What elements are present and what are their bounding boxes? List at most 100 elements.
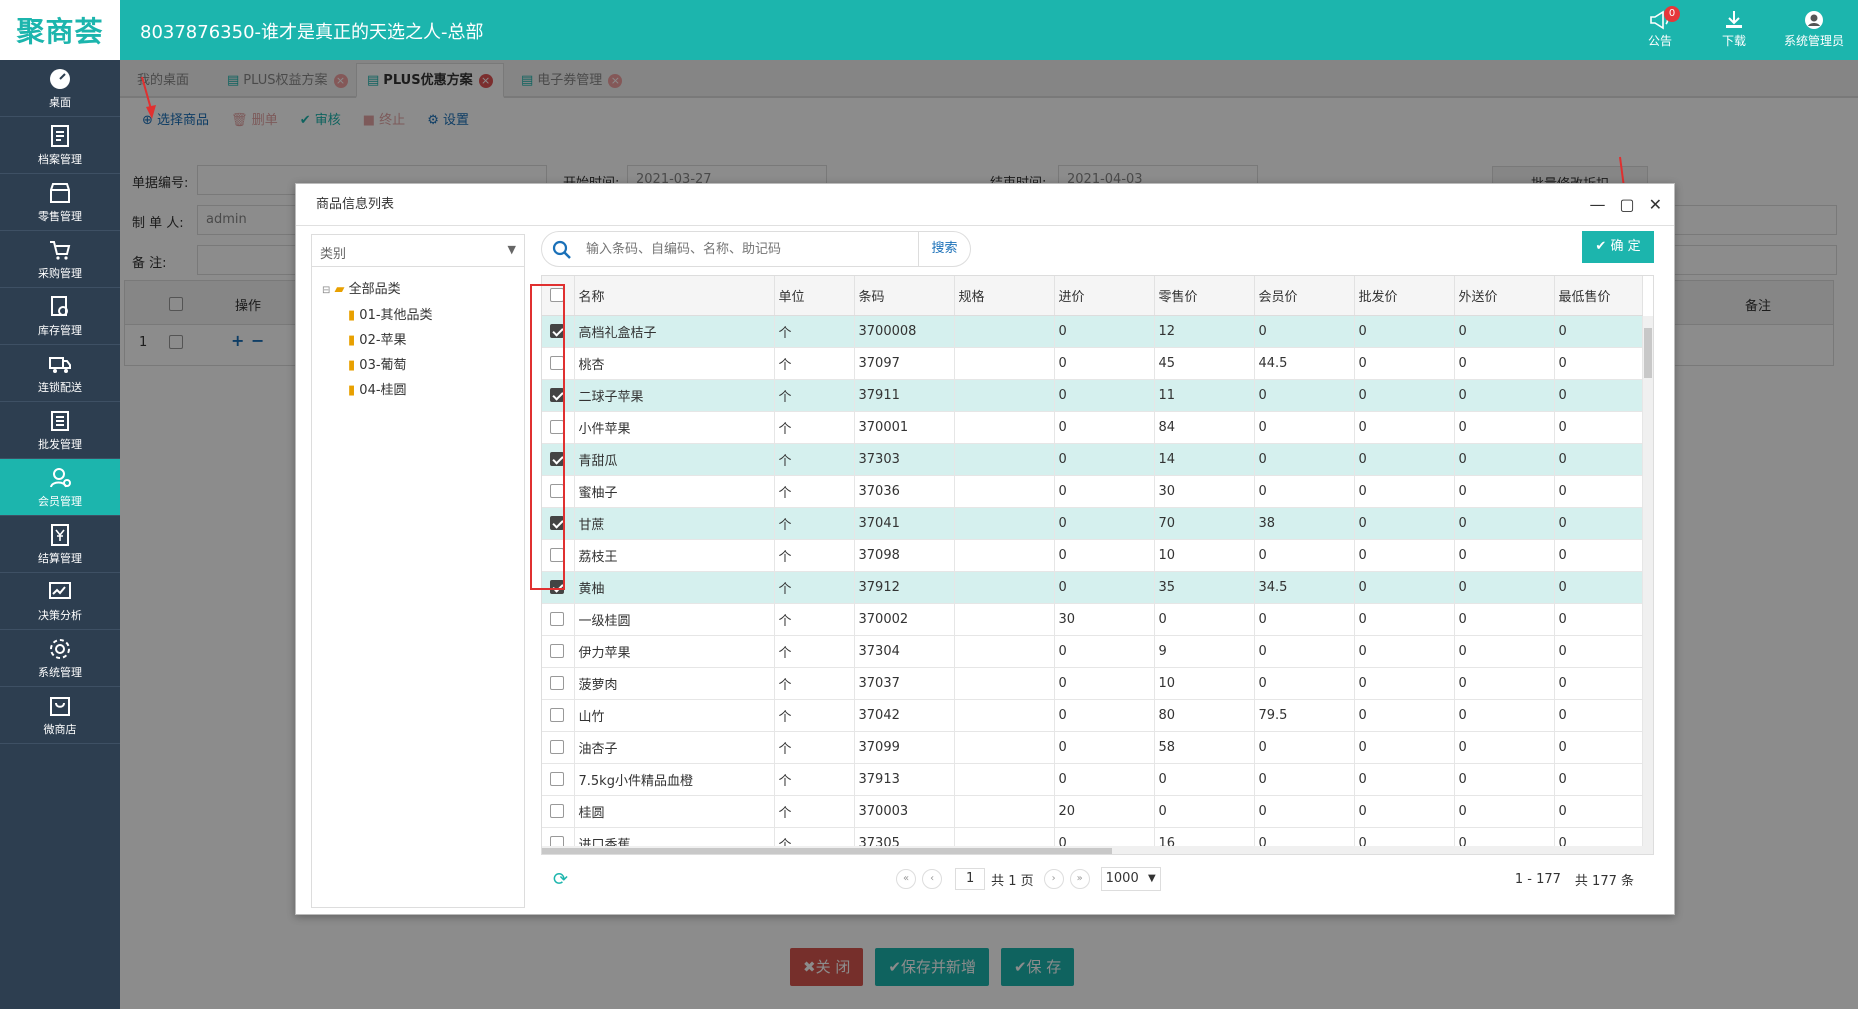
table-row[interactable]: 山竹个 37042 0 80 79.5 0 0 0 — [542, 699, 1643, 732]
next-page-icon[interactable]: › — [1043, 869, 1064, 889]
modal-header: 商品信息列表 — ▢ ✕ — [296, 184, 1674, 226]
table-cell: 山竹 — [574, 699, 775, 732]
table-row[interactable]: 黄柚个 37912 0 35 34.5 0 0 0 — [542, 571, 1643, 604]
table-cell: 0 — [1054, 699, 1155, 732]
column-header[interactable]: 批发价 — [1354, 276, 1455, 316]
annotation-arrow — [141, 76, 156, 119]
column-header[interactable]: 条码 — [854, 276, 955, 316]
vertical-scrollbar[interactable] — [1643, 316, 1653, 854]
sidebar-item[interactable]: 库存管理 — [0, 288, 120, 345]
sidebar-item[interactable]: 档案管理 — [0, 117, 120, 174]
page-size-value: 1000 — [1105, 871, 1139, 886]
sidebar-item[interactable]: 连锁配送 — [0, 345, 120, 402]
search-input[interactable] — [542, 232, 918, 266]
table-row[interactable]: 高档礼盒桔子个 3700008 0 12 0 0 0 0 — [542, 315, 1643, 348]
table-cell: 0 — [1454, 603, 1555, 636]
category-tree: ⊟ ▰ 全部品类 ▮ 01-其他品类 ▮ 02-苹果 ▮ 03-葡萄 ▮ 04-… — [312, 267, 524, 403]
table-cell: 0 — [1154, 603, 1255, 636]
announcement-button[interactable]: 0 公告 — [1632, 6, 1688, 49]
row-checkbox[interactable] — [550, 612, 564, 626]
column-header[interactable]: 名称 — [574, 276, 775, 316]
collapse-icon[interactable]: ⊟ — [322, 285, 330, 296]
table-row[interactable]: 菠萝肉个 37037 0 10 0 0 0 0 — [542, 667, 1643, 700]
sidebar: 桌面档案管理零售管理 采购管理 库存管理 连锁配送批发管理会员管理 结算管理 决策分析系统… — [0, 60, 120, 1009]
sidebar-item-label: 批发管理 — [38, 438, 82, 451]
close-icon[interactable]: ✕ — [1649, 184, 1662, 226]
table-row[interactable]: 青甜瓜个 37303 0 14 0 0 0 0 — [542, 443, 1643, 476]
table-row[interactable]: 桂圆个 370003 20 0 0 0 0 0 — [542, 795, 1643, 828]
confirm-button[interactable]: ✔ 确 定 — [1582, 231, 1654, 263]
table-row[interactable]: 荔枝王个 37098 0 10 0 0 0 0 — [542, 539, 1643, 572]
sidebar-item[interactable]: 桌面 — [0, 60, 120, 117]
range-label: 1 - 177 — [1514, 871, 1561, 887]
table-cell: 3700008 — [854, 315, 955, 348]
page-size-select[interactable]: 1000 ▼ — [1100, 867, 1161, 891]
tree-root[interactable]: ⊟ ▰ 全部品类 — [322, 277, 524, 303]
table-cell: 37042 — [854, 699, 955, 732]
download-button[interactable]: 下载 — [1706, 6, 1762, 49]
sidebar-item[interactable]: 零售管理 — [0, 174, 120, 231]
table-row[interactable]: 小件苹果个 370001 0 84 0 0 0 0 — [542, 411, 1643, 444]
sidebar-item[interactable]: 微商店 — [0, 687, 120, 744]
table-cell — [954, 603, 1055, 636]
page-input[interactable]: 1 — [955, 868, 986, 890]
table-cell: 个 — [774, 795, 855, 828]
table-row[interactable]: 甘蔗个 37041 0 70 38 0 0 0 — [542, 507, 1643, 540]
sidebar-item[interactable]: 结算管理 — [0, 516, 120, 573]
table-cell: 0 — [1354, 475, 1455, 508]
table-row[interactable]: 蜜柚子个 37036 0 30 0 0 0 0 — [542, 475, 1643, 508]
category-select[interactable]: 类别 ▼ — [312, 235, 524, 267]
column-header[interactable]: 零售价 — [1154, 276, 1255, 316]
table-cell: 0 — [1354, 795, 1455, 828]
table-row[interactable]: 油杏子个 37099 0 58 0 0 0 0 — [542, 731, 1643, 764]
table-cell: 0 — [1354, 699, 1455, 732]
table-row[interactable]: 7.5kg小件精品血橙个 37913 0 0 0 0 0 0 — [542, 763, 1643, 796]
table-row[interactable]: 一级桂圆个 370002 30 0 0 0 0 0 — [542, 603, 1643, 636]
tree-node[interactable]: ▮ 03-葡萄 — [322, 353, 524, 378]
prev-page-icon[interactable]: ‹ — [922, 869, 943, 889]
column-header[interactable]: 会员价 — [1254, 276, 1355, 316]
first-page-icon[interactable]: « — [896, 869, 917, 889]
table-cell: 个 — [774, 731, 855, 764]
sidebar-item[interactable]: 采购管理 — [0, 231, 120, 288]
row-checkbox[interactable] — [550, 676, 564, 690]
refresh-icon[interactable]: ⟳ — [553, 869, 568, 890]
row-checkbox[interactable] — [550, 740, 564, 754]
horizontal-scrollbar[interactable] — [542, 846, 1645, 854]
column-header[interactable]: 外送价 — [1454, 276, 1555, 316]
tree-node[interactable]: ▮ 01-其他品类 — [322, 303, 524, 328]
sidebar-item[interactable]: 系统管理 — [0, 630, 120, 687]
sidebar-item[interactable]: 会员管理 — [0, 459, 120, 516]
table-cell: 0 — [1454, 315, 1555, 348]
table-cell — [954, 571, 1055, 604]
column-header[interactable]: 最低售价 — [1554, 276, 1643, 316]
search-button[interactable]: 搜索 — [918, 232, 970, 266]
table-row[interactable]: 二球子苹果个 37911 0 11 0 0 0 0 — [542, 379, 1643, 412]
sidebar-item-label: 档案管理 — [38, 153, 82, 166]
table-cell: 个 — [774, 539, 855, 572]
table-cell: 0 — [1254, 603, 1355, 636]
wholesale-icon — [51, 411, 69, 431]
row-checkbox[interactable] — [550, 804, 564, 818]
table-row[interactable]: 伊力苹果个 37304 0 9 0 0 0 0 — [542, 635, 1643, 668]
row-checkbox[interactable] — [550, 708, 564, 722]
row-checkbox[interactable] — [550, 772, 564, 786]
tree-node[interactable]: ▮ 04-桂圆 — [322, 378, 524, 403]
sidebar-item[interactable]: 批发管理 — [0, 402, 120, 459]
dashboard-icon — [50, 69, 70, 89]
modal-window-controls: — ▢ ✕ — [1589, 184, 1662, 226]
last-page-icon[interactable]: » — [1069, 869, 1090, 889]
column-header[interactable]: 进价 — [1054, 276, 1155, 316]
maximize-icon[interactable]: ▢ — [1619, 184, 1634, 226]
table-cell: 0 — [1254, 443, 1355, 476]
user-menu[interactable]: 系统管理员 — [1780, 6, 1848, 49]
column-header[interactable]: 规格 — [954, 276, 1055, 316]
minimize-icon[interactable]: — — [1589, 184, 1605, 226]
row-checkbox[interactable] — [550, 644, 564, 658]
sidebar-item[interactable]: 决策分析 — [0, 573, 120, 630]
tree-node[interactable]: ▮ 02-苹果 — [322, 328, 524, 353]
column-header[interactable]: 单位 — [774, 276, 855, 316]
table-row[interactable]: 桃杏个 37097 0 45 44.5 0 0 0 — [542, 347, 1643, 380]
sidebar-item-label: 系统管理 — [38, 666, 82, 679]
tree-node-label: 01-其他品类 — [359, 308, 433, 323]
